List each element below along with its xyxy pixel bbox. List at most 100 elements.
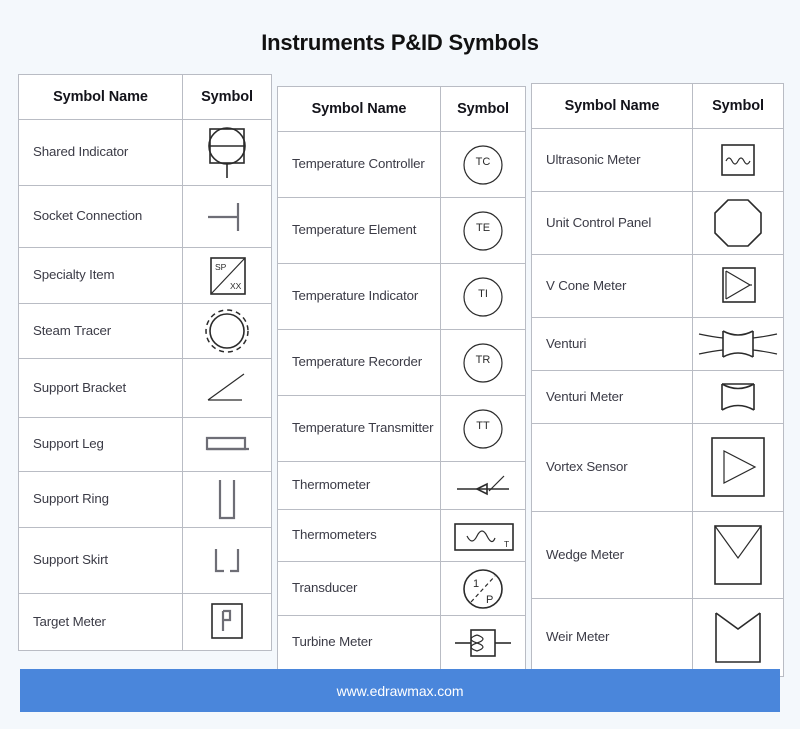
steam-tracer-symbol [182,303,272,359]
symbol-name-cell: Support Leg [18,417,183,472]
table-row: Target Meter [18,593,272,651]
symbol-name-cell: Target Meter [18,593,183,651]
symbol-name-cell: Turbine Meter [277,615,441,670]
table-row: Steam Tracer [18,303,272,359]
symbol-name-cell: Temperature Recorder [277,329,441,396]
symbol-name-cell: Venturi [531,317,693,371]
symbol-reference-page: Instruments P&ID Symbols Symbol Name Sym… [0,0,800,729]
temperature-recorder-symbol: TR [440,329,526,396]
symbol-name-cell: Wedge Meter [531,511,693,599]
symbol-name-cell: Unit Control Panel [531,191,693,255]
symbol-name-cell: Support Skirt [18,527,183,594]
shared-indicator-symbol [182,119,272,186]
svg-text:XX: XX [230,281,242,291]
table-body-1: Shared Indicator Socket Connection Speci… [18,119,272,651]
table-row: Thermometer [277,461,526,510]
svg-text:TT: TT [476,419,490,431]
svg-text:T: T [504,539,509,549]
symbol-name-cell: Support Bracket [18,358,183,418]
table-header-row: Symbol Name Symbol [18,74,272,120]
column-header-symbol-name: Symbol Name [18,74,183,120]
symbol-table-1: Symbol Name Symbol Shared Indicator Sock… [18,74,272,651]
table-row: Temperature Recorder TR [277,329,526,396]
symbol-name-cell: V Cone Meter [531,254,693,318]
column-header-symbol: Symbol [692,83,784,129]
turbine-meter-symbol [440,615,526,670]
symbol-name-cell: Socket Connection [18,185,183,248]
table-row: Ultrasonic Meter [531,128,784,192]
symbol-table-3: Symbol Name Symbol Ultrasonic Meter Unit… [531,83,784,677]
venturi-symbol [692,317,784,371]
table-row: Turbine Meter [277,615,526,670]
unit-control-panel-symbol [692,191,784,255]
table-row: Wedge Meter [531,511,784,599]
svg-text:P: P [486,594,493,606]
table-row: Venturi Meter [531,370,784,424]
support-skirt-symbol [182,527,272,594]
table-header-row: Symbol Name Symbol [277,86,526,132]
footer-url: www.edrawmax.com [336,682,464,699]
thermometers-symbol: T [440,509,526,562]
table-row: Thermometers T [277,509,526,562]
venturi-meter-symbol [692,370,784,424]
table-row: Support Skirt [18,527,272,594]
symbol-name-cell: Temperature Indicator [277,263,441,330]
temperature-indicator-symbol: TI [440,263,526,330]
temperature-transmitter-symbol: TT [440,395,526,462]
table-row: Temperature Indicator TI [277,263,526,330]
column-header-symbol-name: Symbol Name [531,83,693,129]
symbol-name-cell: Temperature Controller [277,131,441,198]
v-cone-meter-symbol [692,254,784,318]
svg-text:TC: TC [476,155,491,167]
symbol-name-cell: Venturi Meter [531,370,693,424]
column-header-symbol: Symbol [440,86,526,132]
table-row: Temperature Transmitter TT [277,395,526,462]
support-bracket-symbol [182,358,272,418]
ultrasonic-meter-symbol [692,128,784,192]
symbol-table-2: Symbol Name Symbol Temperature Controlle… [277,86,526,670]
support-leg-symbol [182,417,272,472]
symbol-name-cell: Steam Tracer [18,303,183,359]
table-row: Weir Meter [531,598,784,677]
temperature-controller-symbol: TC [440,131,526,198]
symbol-name-cell: Transducer [277,561,441,616]
svg-text:1: 1 [473,578,479,590]
symbol-name-cell: Weir Meter [531,598,693,677]
table-row: Shared Indicator [18,119,272,186]
socket-connection-symbol [182,185,272,248]
column-header-symbol: Symbol [182,74,272,120]
table-row: Support Bracket [18,358,272,418]
transducer-symbol: 1 P [440,561,526,616]
table-row: V Cone Meter [531,254,784,318]
symbol-name-cell: Thermometer [277,461,441,510]
temperature-element-symbol: TE [440,197,526,264]
vortex-sensor-symbol [692,423,784,512]
table-row: Vortex Sensor [531,423,784,512]
table-row: Transducer 1 P [277,561,526,616]
symbol-name-cell: Vortex Sensor [531,423,693,512]
table-row: Specialty Item SP XX [18,247,272,304]
table-row: Temperature Controller TC [277,131,526,198]
table-row: Support Leg [18,417,272,472]
table-row: Temperature Element TE [277,197,526,264]
svg-text:TE: TE [476,221,490,233]
support-ring-symbol [182,471,272,528]
symbol-name-cell: Support Ring [18,471,183,528]
table-row: Support Ring [18,471,272,528]
symbol-name-cell: Shared Indicator [18,119,183,186]
symbol-name-cell: Temperature Element [277,197,441,264]
table-row: Socket Connection [18,185,272,248]
page-title: Instruments P&ID Symbols [261,30,539,55]
table-body-3: Ultrasonic Meter Unit Control Panel V Co… [531,128,784,677]
symbol-name-cell: Temperature Transmitter [277,395,441,462]
svg-text:SP: SP [215,262,227,272]
footer-banner: www.edrawmax.com [20,669,780,712]
column-header-symbol-name: Symbol Name [277,86,441,132]
svg-text:TR: TR [476,353,491,365]
target-meter-symbol [182,593,272,651]
symbol-name-cell: Thermometers [277,509,441,562]
table-row: Venturi [531,317,784,371]
wedge-meter-symbol [692,511,784,599]
specialty-item-symbol: SP XX [182,247,272,304]
symbol-name-cell: Specialty Item [18,247,183,304]
